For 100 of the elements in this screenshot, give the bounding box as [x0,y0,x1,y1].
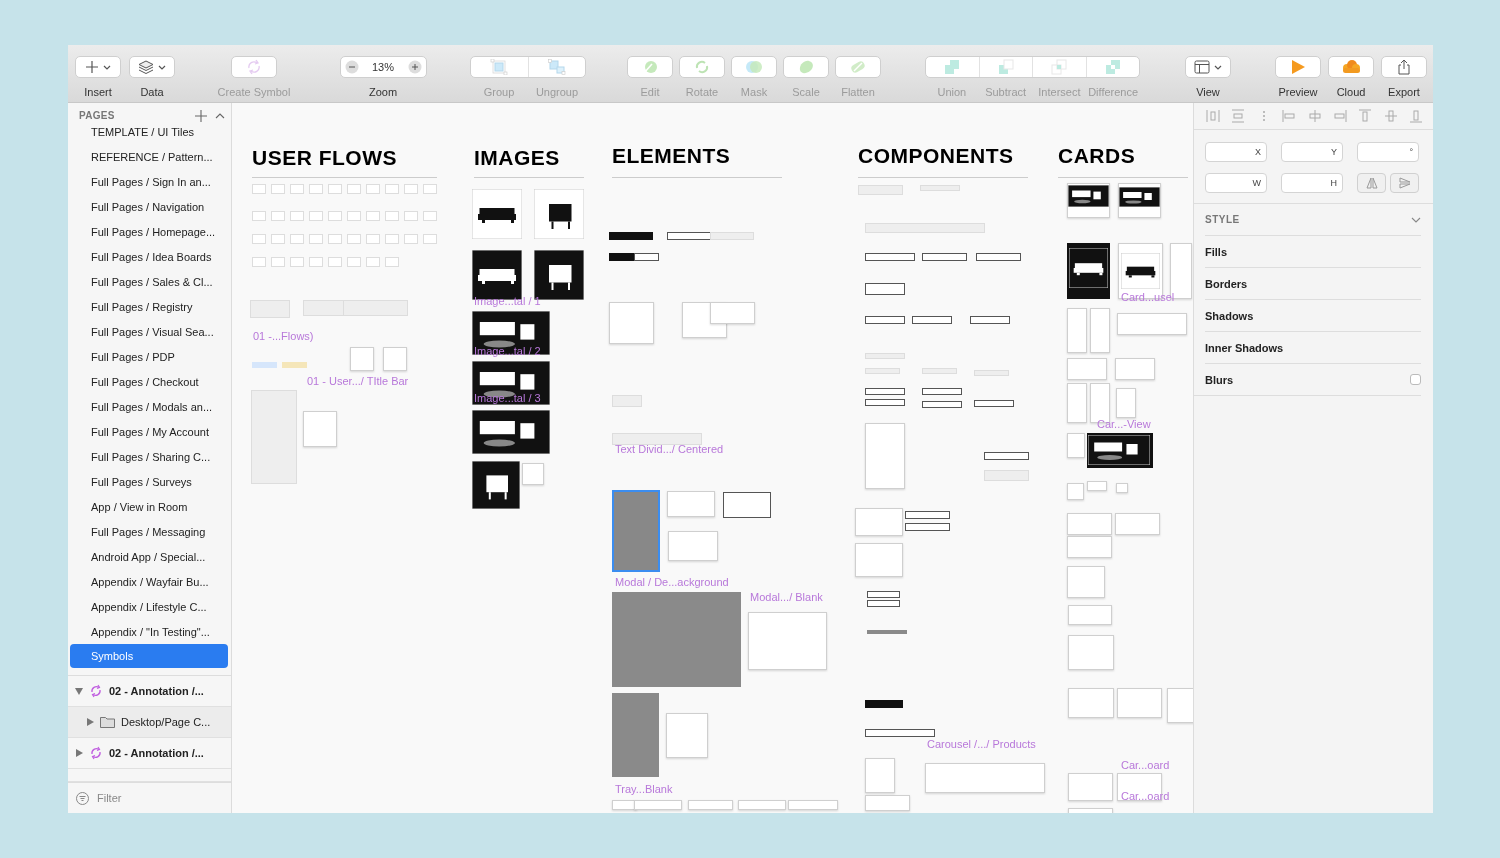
artboard [1116,388,1136,418]
artboard-thumbnail [328,257,342,267]
collapse-icon[interactable] [215,112,225,119]
number-field[interactable]: ° [1357,142,1419,162]
zoom-control[interactable]: 13% [339,56,427,78]
page-item[interactable]: Full Pages / PDP [68,344,231,369]
page-item[interactable]: App / View in Room [68,494,231,519]
style-title: STYLE [1205,214,1240,225]
tool-label: Rotate [685,86,719,98]
number-field[interactable]: Y [1281,142,1343,162]
artboard [666,713,708,758]
artboard-thumbnail [366,184,380,194]
artboard [350,347,374,371]
page-item[interactable]: Full Pages / Registry [68,294,231,319]
page-item[interactable]: Full Pages / Sales & Cl... [68,269,231,294]
page-item[interactable]: Full Pages / Homepage... [68,219,231,244]
tool-label: Difference [1087,86,1140,98]
align-middle-icon[interactable] [1383,109,1398,123]
group-icon [490,59,509,75]
ungroup-icon [547,59,566,75]
layer-row[interactable]: 02 - Annotation /... [68,738,231,769]
artboard-thumbnail [385,257,399,267]
play-icon [1290,59,1306,75]
section-title[interactable]: Fills [1205,245,1227,258]
plus-icon [85,60,99,74]
zoom-out-icon[interactable] [344,60,359,74]
section-title[interactable]: Borders [1205,277,1248,290]
artboard-thumbnail [271,234,285,244]
add-icon[interactable] [195,109,207,122]
tool-label: Data [140,86,164,98]
section-title[interactable]: Blurs [1205,373,1234,386]
artboard-thumbnail [347,257,361,267]
number-field[interactable]: H [1281,173,1343,193]
zoom-in-icon[interactable] [407,60,422,74]
tool-label: Subtract [984,86,1028,98]
artboard [1116,483,1128,493]
collapsed-triangle-icon[interactable] [86,718,94,726]
flip-horizontal-icon [1365,177,1378,189]
dropdown-button[interactable] [129,56,175,78]
layer-row[interactable]: Desktop/Page C... [68,707,231,738]
filter-field[interactable]: Filter [97,792,197,804]
distribute-horizontal-icon[interactable] [1206,109,1220,123]
number-field[interactable]: X [1205,142,1267,162]
align-top-icon[interactable] [1358,109,1373,123]
tool-label: Export [1388,86,1420,98]
page-item[interactable]: Full Pages / Checkout [68,369,231,394]
field-label: Y [1331,147,1337,157]
artboard [1117,688,1162,718]
flip-vertical-button[interactable] [1390,173,1419,193]
page-item[interactable]: Full Pages / Visual Sea... [68,319,231,344]
dropdown-button[interactable] [1185,56,1231,78]
collapsed-triangle-icon[interactable] [75,749,83,757]
distribute-vertical-icon[interactable] [1231,109,1246,123]
section-title[interactable]: Shadows [1205,309,1254,322]
artboard-thumbnail [309,211,323,221]
flip-horizontal-button[interactable] [1357,173,1386,193]
page-item[interactable]: Full Pages / My Account [68,419,231,444]
artboard [922,401,962,408]
page-item[interactable]: Full Pages / Messaging [68,519,231,544]
page-item[interactable]: REFERENCE / Pattern... [68,144,231,169]
artboard [867,630,907,634]
chevron-down-icon[interactable] [1411,216,1421,223]
align-bottom-icon[interactable] [1409,109,1423,123]
artboard [905,511,950,519]
page-item[interactable]: Full Pages / Surveys [68,469,231,494]
page-item[interactable]: Full Pages / Idea Boards [68,244,231,269]
artboard-thumbnail [252,211,266,221]
page-item[interactable]: Appendix / Lifestyle C... [68,594,231,619]
artboard [612,395,642,407]
align-left-icon[interactable] [1282,109,1297,123]
artboard [1067,433,1085,458]
toolbar-button[interactable] [1275,56,1321,78]
page-item[interactable]: Full Pages / Modals an... [68,394,231,419]
symbol-icon [89,684,103,698]
page-item[interactable]: Full Pages / Navigation [68,194,231,219]
toolbar-button[interactable] [1381,56,1427,78]
checkbox[interactable] [1410,374,1421,385]
artboard-thumbnail [290,184,304,194]
artboard [1067,513,1112,535]
page-item[interactable]: Appendix / Wayfair Bu... [68,569,231,594]
artboard-thumbnail [271,184,285,194]
page-item[interactable]: Full Pages / Sign In an... [68,169,231,194]
page-item[interactable]: Symbols [70,644,228,668]
artboard-thumbnail [404,234,418,244]
align-right-icon[interactable] [1332,109,1347,123]
blob-icon [797,59,815,75]
page-item[interactable]: TEMPLATE / UI Tiles [68,128,231,144]
expanded-triangle-icon[interactable] [75,687,83,695]
page-item[interactable]: Full Pages / Sharing C... [68,444,231,469]
artboard-thumbnail [328,184,342,194]
page-item[interactable]: Appendix / "In Testing"... [68,619,231,644]
section-title[interactable]: Inner Shadows [1205,341,1284,354]
toolbar-button[interactable] [1328,56,1374,78]
artboard-thumbnail [290,234,304,244]
align-center-icon[interactable] [1307,109,1322,123]
page-item[interactable]: Android App / Special... [68,544,231,569]
filter-icon[interactable] [76,791,89,805]
number-field[interactable]: W [1205,173,1267,193]
artboard-thumbnail [290,257,304,267]
tool-label: Cloud [1336,86,1366,98]
